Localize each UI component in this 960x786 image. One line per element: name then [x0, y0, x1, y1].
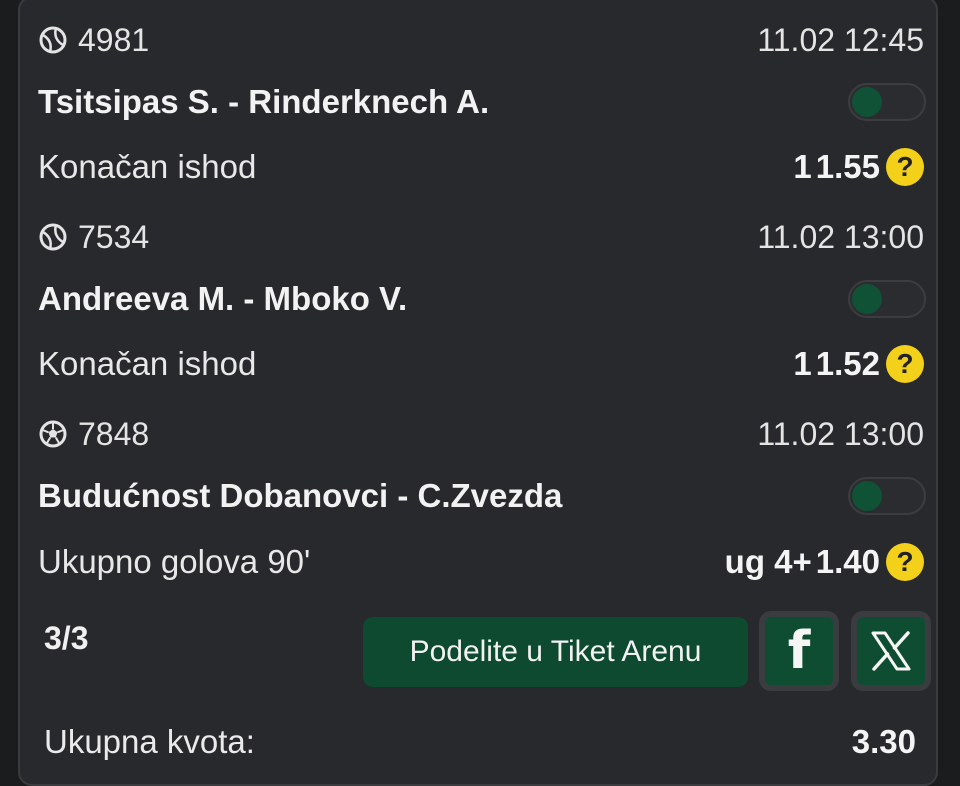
- match-toggle[interactable]: [848, 477, 926, 515]
- facebook-icon: f: [765, 617, 833, 685]
- match-toggle[interactable]: [848, 280, 926, 318]
- pick-value: 1: [793, 148, 812, 185]
- help-icon[interactable]: ?: [886, 345, 924, 383]
- total-odds-row: Ukupna kvota: 3.30: [44, 720, 916, 764]
- pick-odds: 1 1.55 ?: [793, 148, 924, 186]
- share-tiket-arena-button[interactable]: Podelite u Tiket Arenu: [363, 617, 748, 687]
- match-meta-row: 7848 11.02 13:00: [38, 412, 924, 456]
- x-logo-icon: [871, 631, 911, 671]
- match-meta-row: 4981 11.02 12:45: [38, 18, 924, 62]
- tennis-ball-icon: [38, 222, 68, 252]
- total-odds-value: 3.30: [851, 723, 916, 760]
- match-teams: Andreeva M. - Mboko V.: [38, 280, 408, 317]
- toggle-knob: [852, 87, 882, 117]
- odds-value: 1.55: [815, 148, 880, 185]
- market-row: Konačan ishod 1 1.55 ?: [38, 144, 924, 190]
- match-toggle[interactable]: [848, 83, 926, 121]
- match-title-row: Budućnost Dobanovci - C.Zvezda: [38, 474, 926, 518]
- pick-value: 1: [793, 345, 812, 382]
- x-share-button[interactable]: [851, 611, 931, 691]
- match-title-row: Tsitsipas S. - Rinderknech A.: [38, 80, 926, 124]
- facebook-glyph: f: [787, 621, 811, 681]
- pick-odds: 1 1.52 ?: [793, 345, 924, 383]
- match-code: 4981: [78, 21, 150, 58]
- market-row: Konačan ishod 1 1.52 ?: [38, 341, 924, 387]
- market-name: Konačan ishod: [38, 148, 257, 185]
- odds-value: 1.40: [815, 543, 880, 580]
- market-name: Ukupno golova 90': [38, 543, 311, 580]
- match-datetime: 11.02 13:00: [757, 218, 924, 255]
- match-code: 7848: [78, 415, 150, 452]
- tennis-ball-icon: [38, 25, 68, 55]
- match-meta-row: 7534 11.02 13:00: [38, 215, 924, 259]
- help-icon[interactable]: ?: [886, 148, 924, 186]
- match-datetime: 11.02 13:00: [757, 415, 924, 452]
- match-teams: Tsitsipas S. - Rinderknech A.: [38, 83, 490, 120]
- toggle-knob: [852, 481, 882, 511]
- match-teams: Budućnost Dobanovci - C.Zvezda: [38, 477, 563, 514]
- pick-odds: ug 4+ 1.40 ?: [725, 543, 924, 581]
- odds-value: 1.52: [815, 345, 880, 382]
- pick-value: ug 4+: [724, 543, 812, 580]
- help-icon[interactable]: ?: [886, 543, 924, 581]
- x-icon: [857, 617, 925, 685]
- toggle-knob: [852, 284, 882, 314]
- facebook-share-button[interactable]: f: [759, 611, 839, 691]
- match-title-row: Andreeva M. - Mboko V.: [38, 277, 926, 321]
- market-row: Ukupno golova 90' ug 4+ 1.40 ?: [38, 539, 924, 585]
- market-name: Konačan ishod: [38, 345, 257, 382]
- total-odds-label: Ukupna kvota:: [44, 723, 255, 760]
- match-datetime: 11.02 12:45: [757, 21, 924, 58]
- soccer-ball-icon: [38, 419, 68, 449]
- selection-count: 3/3: [44, 620, 89, 656]
- match-code: 7534: [78, 218, 150, 255]
